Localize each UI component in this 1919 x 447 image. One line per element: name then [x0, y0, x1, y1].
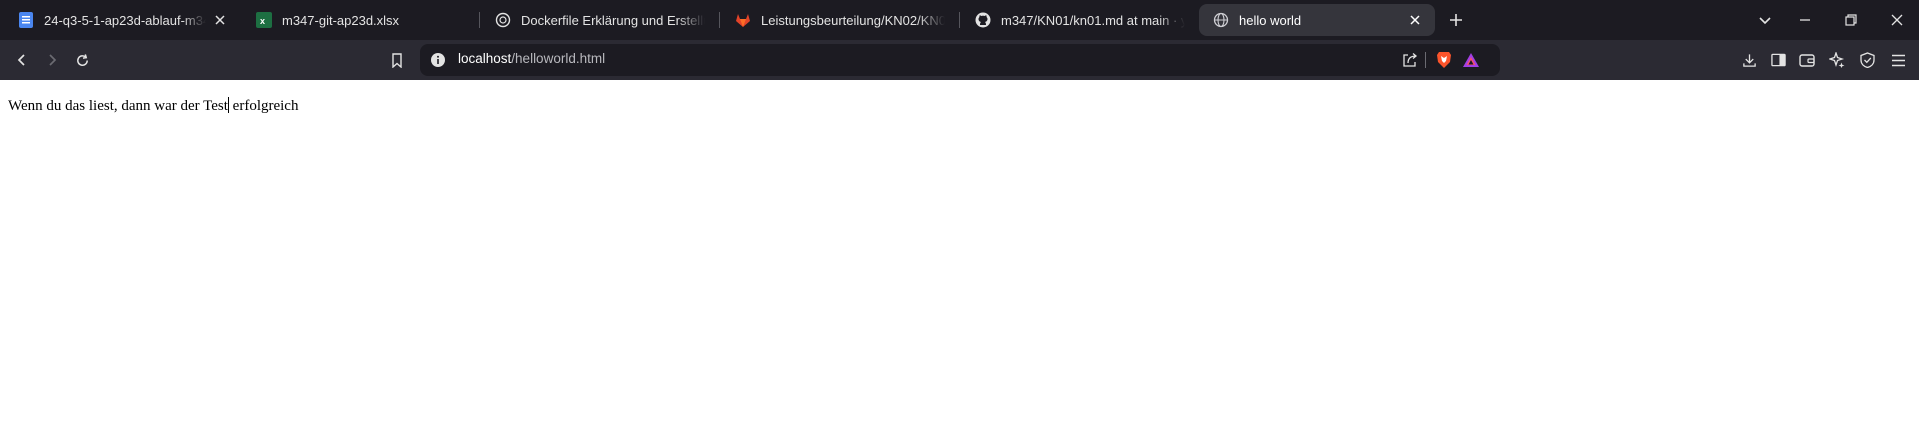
- minimize-button[interactable]: [1793, 8, 1817, 32]
- text-before-cursor: Wenn du das liest, dann war der Test: [8, 98, 228, 114]
- restore-button[interactable]: [1839, 8, 1863, 32]
- url-path: /helloworld.html: [511, 51, 606, 66]
- vpn-button[interactable]: [1855, 48, 1879, 72]
- tab-title: Leistungsbeurteilung/KN02/KN02.m: [761, 12, 945, 28]
- page-viewport: Wenn du das liest, dann war der Test erf…: [0, 80, 1919, 447]
- menu-button[interactable]: [1886, 48, 1910, 72]
- chevron-down-icon: [1758, 13, 1772, 27]
- tab-title: 24-q3-5-1-ap23d-ablauf-m347: [44, 12, 206, 28]
- sidebar-icon: [1770, 53, 1786, 67]
- minimize-icon: [1799, 14, 1811, 26]
- tab-hello-world[interactable]: hello world: [1199, 4, 1435, 36]
- tab-github[interactable]: m347/KN01/kn01.md at main · yann: [961, 4, 1197, 36]
- shield-icon: [1859, 52, 1875, 68]
- share-icon[interactable]: [1402, 52, 1418, 68]
- sidebar-button[interactable]: [1766, 48, 1790, 72]
- back-button[interactable]: [10, 48, 34, 72]
- forward-button[interactable]: [40, 48, 64, 72]
- downloads-button[interactable]: [1737, 48, 1761, 72]
- close-tab-icon[interactable]: [212, 12, 228, 28]
- url-host: localhost: [458, 51, 512, 66]
- leo-ai-button[interactable]: [1825, 48, 1849, 72]
- excel-icon: x: [256, 12, 272, 28]
- bookmark-icon: [391, 52, 403, 68]
- brave-rewards-icon[interactable]: [1462, 52, 1480, 68]
- tab-gitlab[interactable]: Leistungsbeurteilung/KN02/KN02.m: [721, 4, 957, 36]
- reload-icon: [75, 53, 90, 68]
- tab-chatgpt[interactable]: Dockerfile Erklärung und Erstellung: [481, 4, 717, 36]
- hamburger-menu-icon: [1891, 54, 1906, 67]
- globe-icon: [1213, 12, 1229, 28]
- tab-search-button[interactable]: [1753, 8, 1777, 32]
- new-tab-button[interactable]: [1444, 8, 1468, 32]
- sparkle-icon: [1829, 52, 1845, 68]
- page-body-text[interactable]: Wenn du das liest, dann war der Test erf…: [8, 97, 298, 115]
- tab-title: Dockerfile Erklärung und Erstellung: [521, 12, 705, 28]
- wallet-button[interactable]: [1795, 48, 1819, 72]
- tab-excel-sheet[interactable]: x m347-git-ap23d.xlsx: [242, 4, 478, 36]
- tab-divider: [719, 12, 720, 28]
- close-window-button[interactable]: [1885, 8, 1909, 32]
- chatgpt-icon: [495, 12, 511, 28]
- url-text: localhost/helloworld.html: [458, 51, 605, 66]
- close-icon: [1891, 14, 1903, 26]
- tab-divider: [479, 12, 480, 28]
- tab-title: hello world: [1239, 12, 1302, 28]
- tab-google-doc[interactable]: 24-q3-5-1-ap23d-ablauf-m347: [4, 4, 240, 36]
- address-bar[interactable]: localhost/helloworld.html: [420, 44, 1500, 76]
- gitlab-icon: [735, 12, 751, 28]
- wallet-icon: [1799, 53, 1815, 67]
- brave-shields-icon[interactable]: [1436, 51, 1452, 69]
- browser-toolbar: localhost/helloworld.html: [0, 40, 1919, 80]
- close-tab-icon[interactable]: [1407, 12, 1423, 28]
- arrow-left-icon: [15, 53, 29, 67]
- reload-button[interactable]: [70, 48, 94, 72]
- github-icon: [975, 12, 991, 28]
- svg-text:x: x: [260, 16, 265, 26]
- address-divider: [1425, 52, 1426, 68]
- download-icon: [1742, 53, 1757, 68]
- tab-title: m347-git-ap23d.xlsx: [282, 12, 400, 28]
- restore-icon: [1845, 14, 1857, 26]
- arrow-right-icon: [45, 53, 59, 67]
- bookmark-button[interactable]: [385, 48, 409, 72]
- text-after-cursor: erfolgreich: [228, 98, 299, 114]
- google-docs-icon: [18, 12, 34, 28]
- tab-title: m347/KN01/kn01.md at main · yann: [1001, 12, 1185, 28]
- tab-divider: [959, 12, 960, 28]
- tab-strip: 24-q3-5-1-ap23d-ablauf-m347 x m347-git-a…: [0, 0, 1919, 40]
- site-info-icon[interactable]: [430, 52, 446, 68]
